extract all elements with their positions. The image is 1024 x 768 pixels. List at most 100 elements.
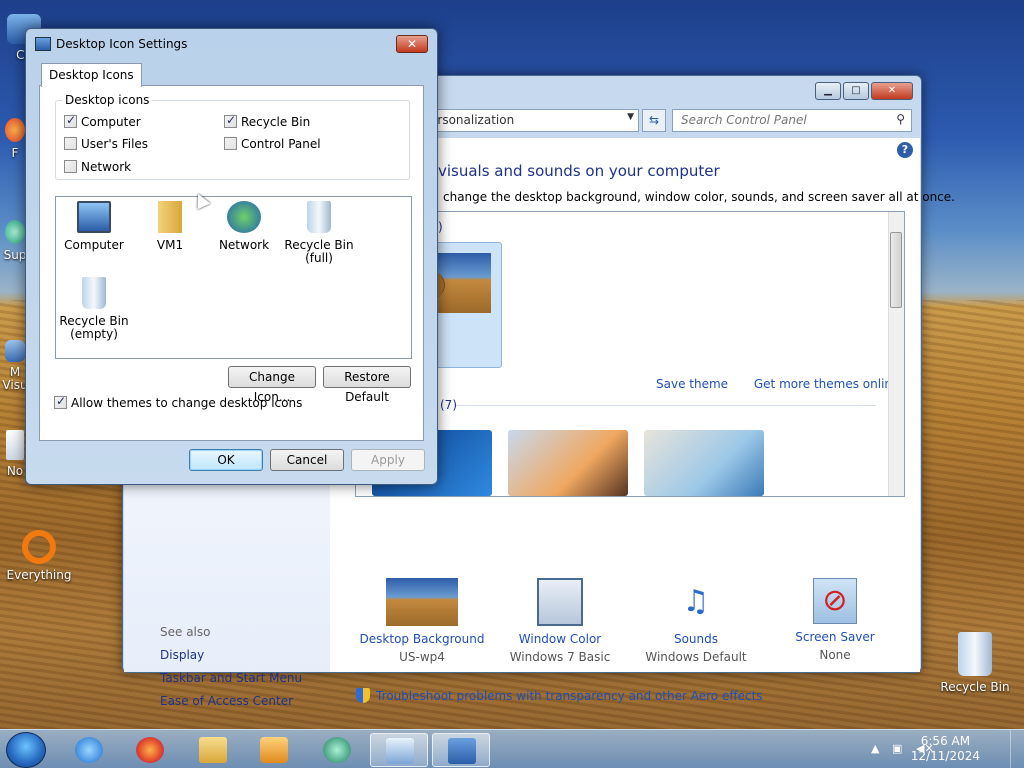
computer-icon: [77, 201, 111, 233]
search-icon[interactable]: ⚲: [896, 112, 905, 126]
checkbox-unchecked[interactable]: [224, 137, 237, 150]
window-color-label: Window Color: [518, 632, 602, 646]
shield-icon: [356, 688, 370, 703]
taskbar-firefox[interactable]: [121, 733, 179, 767]
aero-theme-characters[interactable]: [644, 430, 764, 496]
checkbox-network[interactable]: Network: [64, 160, 131, 174]
user-folder-icon: [158, 201, 182, 233]
checkbox-label: Computer: [81, 115, 141, 129]
my-themes-count: ): [438, 220, 443, 234]
search-input[interactable]: Search Control Panel ⚲: [672, 109, 912, 132]
list-item-recycle-bin-empty[interactable]: Recycle Bin (empty): [56, 277, 132, 341]
allow-themes-checkbox[interactable]: Allow themes to change desktop icons: [54, 394, 302, 410]
window-controls: ▁ □ ✕: [815, 82, 913, 100]
change-icon-button[interactable]: Change Icon...: [228, 366, 316, 404]
checkbox-unchecked[interactable]: [64, 160, 77, 173]
window-color-item[interactable]: Window Color Windows 7 Basic: [485, 578, 635, 664]
list-item-network[interactable]: Network: [206, 201, 282, 252]
chevron-down-icon[interactable]: ▼: [627, 112, 634, 122]
folder-icon: [199, 737, 227, 763]
taskbar-desktop-icon-settings[interactable]: [432, 733, 490, 767]
get-more-themes-link[interactable]: Get more themes online: [754, 377, 900, 391]
ok-button[interactable]: OK: [189, 449, 263, 471]
desktop-icon-label: Recycle Bin: [940, 680, 1010, 694]
taskbar-internet-explorer[interactable]: [60, 733, 118, 767]
list-item-label: Network: [218, 238, 270, 252]
checkbox-label: Control Panel: [241, 137, 321, 151]
taskbar-file-explorer[interactable]: [184, 733, 242, 767]
desktop-icon-everything[interactable]: Everything: [2, 530, 76, 582]
restore-default-button[interactable]: Restore Default: [323, 366, 411, 404]
window-color-value: Windows 7 Basic: [509, 650, 611, 664]
address-text: ersonalization: [430, 113, 515, 127]
divider: [456, 405, 876, 406]
list-item-label: Computer: [64, 238, 124, 252]
taskbar-control-panel[interactable]: [370, 733, 428, 767]
see-also-taskbar-link[interactable]: Taskbar and Start Menu: [160, 671, 302, 685]
recycle-bin-empty-icon: [82, 277, 106, 309]
theme-links: Save theme Get more themes online: [656, 377, 904, 391]
clock[interactable]: 6:56 AM 12/11/2024: [911, 734, 980, 764]
close-button[interactable]: ✕: [396, 35, 428, 53]
list-item-computer[interactable]: Computer: [56, 201, 132, 252]
recycle-bin-full-icon: [307, 201, 331, 233]
maximize-button[interactable]: □: [843, 82, 869, 100]
checkbox-checked[interactable]: [224, 113, 237, 128]
checkbox-users-files[interactable]: User's Files: [64, 137, 148, 151]
sounds-label: Sounds: [673, 632, 719, 646]
everything-icon: [22, 530, 56, 564]
address-bar[interactable]: ersonalization ▼: [423, 109, 639, 132]
minimize-button[interactable]: ▁: [815, 82, 841, 100]
window-color-icon: [537, 578, 583, 626]
checkbox-checked[interactable]: [54, 394, 67, 409]
list-item-recycle-bin-full[interactable]: Recycle Bin (full): [281, 201, 357, 265]
screen-saver-label: Screen Saver: [795, 630, 875, 644]
desktop-background-label: Desktop Background: [359, 632, 485, 646]
checkbox-computer[interactable]: Computer: [64, 113, 141, 129]
desktop-background-value: US-wp4: [399, 650, 445, 664]
start-button[interactable]: [6, 732, 46, 768]
save-theme-link[interactable]: Save theme: [656, 377, 728, 391]
help-icon[interactable]: ?: [897, 142, 913, 158]
dialog-title: Desktop Icon Settings: [56, 37, 188, 51]
app-icon: [323, 737, 351, 763]
troubleshoot-link[interactable]: Troubleshoot problems with transparency …: [356, 688, 763, 703]
cancel-button[interactable]: Cancel: [270, 449, 344, 471]
landscape-icon: [386, 578, 458, 626]
scrollbar-thumb[interactable]: [890, 232, 902, 308]
checkbox-control-panel[interactable]: Control Panel: [224, 137, 321, 151]
taskbar-media-player[interactable]: [245, 733, 303, 767]
firefox-icon: [5, 118, 25, 142]
checkbox-label: Network: [81, 160, 132, 174]
show-hidden-icons-icon[interactable]: ▲: [871, 742, 879, 755]
checkbox-recycle-bin[interactable]: Recycle Bin: [224, 113, 310, 129]
apply-button[interactable]: Apply: [351, 449, 425, 471]
show-desktop-button[interactable]: [1010, 730, 1024, 768]
themes-scrollbar[interactable]: [888, 212, 904, 496]
list-item-label: VM1: [156, 238, 184, 252]
desktop-settings-icon: [448, 738, 476, 764]
see-also-ease-of-access-link[interactable]: Ease of Access Center: [160, 694, 293, 708]
see-also-display-link[interactable]: Display: [160, 648, 204, 662]
desktop-icon-label: Everything: [6, 568, 72, 582]
network-icon[interactable]: ▣: [892, 742, 902, 755]
screen-saver-value: None: [819, 648, 851, 662]
music-notes-icon: ♫: [682, 584, 710, 619]
clock-time: 6:56 AM: [920, 734, 971, 748]
close-button[interactable]: ✕: [871, 82, 913, 100]
internet-explorer-icon: [75, 737, 103, 763]
sounds-item[interactable]: ♫ Sounds Windows Default: [621, 578, 771, 664]
search-placeholder: Search Control Panel: [681, 113, 807, 127]
dialog-app-icon: [35, 37, 51, 51]
visual-studio-icon: [5, 340, 25, 362]
desktop-background-item[interactable]: Desktop Background US-wp4: [347, 578, 497, 664]
checkbox-checked[interactable]: [64, 113, 77, 128]
screen-saver-item[interactable]: ⊘ Screen Saver None: [760, 578, 910, 662]
taskbar-app[interactable]: [308, 733, 366, 767]
desktop-icon-settings-dialog: Desktop Icon Settings ✕ Desktop Icons De…: [25, 28, 438, 485]
aero-theme-architecture[interactable]: [508, 430, 628, 496]
refresh-icon[interactable]: ⇆: [642, 109, 666, 132]
checkbox-unchecked[interactable]: [64, 137, 77, 150]
tab-desktop-icons[interactable]: Desktop Icons: [41, 63, 142, 87]
desktop-icon-recycle-bin[interactable]: Recycle Bin: [938, 632, 1012, 694]
